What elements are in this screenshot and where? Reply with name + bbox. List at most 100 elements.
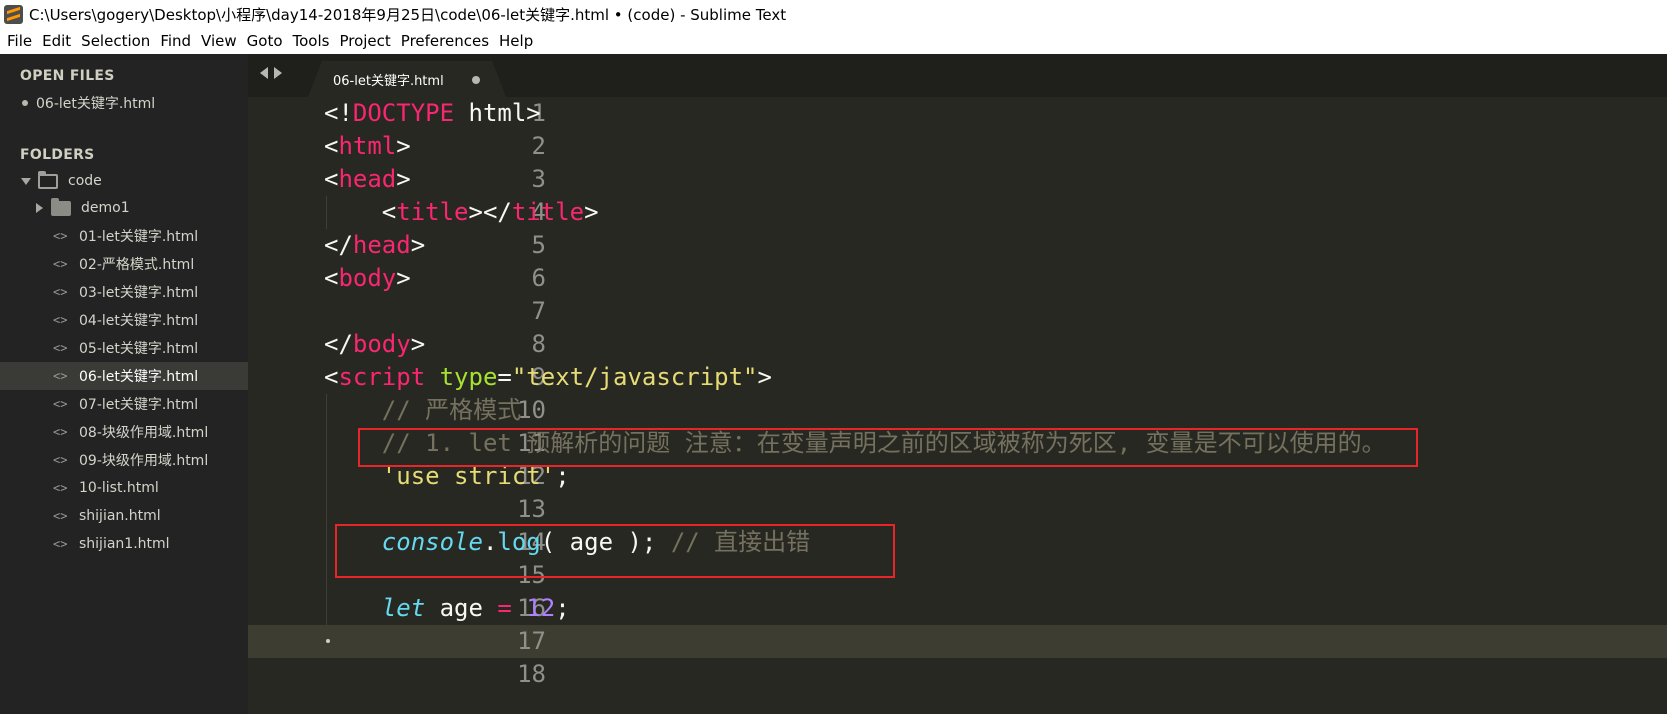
code-line[interactable]: 16 let age = 12; xyxy=(248,592,1667,625)
code-line[interactable]: 11 // 1. let 预解析的问题 注意：在变量声明之前的区域被称为死区, … xyxy=(248,427,1667,460)
file-label: 03-let关键字.html xyxy=(79,285,199,301)
code-line[interactable]: 5 </head> xyxy=(248,229,1667,262)
file-item-selected[interactable]: <> 06-let关键字.html xyxy=(0,362,248,390)
arrow-left-icon[interactable] xyxy=(260,67,268,79)
file-code-icon: <> xyxy=(53,285,68,299)
folder-root-code[interactable]: code xyxy=(0,167,248,195)
menu-help[interactable]: Help xyxy=(494,29,538,54)
open-file-item[interactable]: 06-let关键字.html xyxy=(0,89,248,117)
code-text: <!DOCTYPE html> xyxy=(324,99,541,127)
line-number: 5 xyxy=(531,231,546,259)
file-code-icon: <> xyxy=(53,425,68,439)
code-line[interactable]: 6 <body> xyxy=(248,262,1667,295)
code-line[interactable]: 15 xyxy=(248,559,1667,592)
file-item[interactable]: <> 03-let关键字.html xyxy=(0,278,248,306)
line-number: 7 xyxy=(531,297,546,325)
menu-project[interactable]: Project xyxy=(334,29,395,54)
code-text: </head> xyxy=(324,231,426,259)
code-line[interactable]: 3 <head> xyxy=(248,163,1667,196)
file-label: shijian.html xyxy=(79,508,161,524)
menu-edit[interactable]: Edit xyxy=(37,29,76,54)
file-item[interactable]: <> 04-let关键字.html xyxy=(0,306,248,334)
line-number: 10 xyxy=(517,396,546,424)
code-line[interactable]: 8 </body> xyxy=(248,328,1667,361)
sublime-text-icon xyxy=(4,5,23,24)
code-comment: // 1. let 预解析的问题 注意：在变量声明之前的区域被称为死区, 变量是… xyxy=(324,429,1386,457)
menu-selection[interactable]: Selection xyxy=(76,29,155,54)
code-line-current[interactable]: 17 xyxy=(248,625,1667,658)
code-text: <head> xyxy=(324,165,411,193)
line-number: 8 xyxy=(531,330,546,358)
file-item[interactable]: <> 02-严格模式.html xyxy=(0,250,248,278)
file-code-icon: <> xyxy=(53,369,68,383)
menu-file[interactable]: File xyxy=(2,29,37,54)
code-line[interactable]: 2 <html> xyxy=(248,130,1667,163)
file-code-icon: <> xyxy=(53,397,68,411)
file-label: 08-块级作用域.html xyxy=(79,425,209,441)
code-text: 'use strict'; xyxy=(381,462,570,490)
file-item[interactable]: <> 07-let关键字.html xyxy=(0,390,248,418)
line-number: 3 xyxy=(531,165,546,193)
file-label: 07-let关键字.html xyxy=(79,397,199,413)
line-number: 18 xyxy=(517,660,546,688)
line-number: 6 xyxy=(531,264,546,292)
code-editor[interactable]: 1 <!DOCTYPE html> 2 <html> 3 <head> 4 <t… xyxy=(248,97,1667,714)
menu-view[interactable]: View xyxy=(196,29,242,54)
file-code-icon: <> xyxy=(53,537,68,551)
folder-icon xyxy=(51,197,71,216)
whitespace-dot-icon xyxy=(326,639,330,643)
code-text: <html> xyxy=(324,132,411,160)
menu-goto[interactable]: Goto xyxy=(242,29,288,54)
code-line[interactable]: 7 xyxy=(248,295,1667,328)
line-number: 13 xyxy=(517,495,546,523)
file-item[interactable]: <> 01-let关键字.html xyxy=(0,222,248,250)
file-code-icon: <> xyxy=(53,313,68,327)
menu-find[interactable]: Find xyxy=(155,29,196,54)
folders-heading: FOLDERS xyxy=(20,147,95,163)
file-item[interactable]: <> 08-块级作用域.html xyxy=(0,418,248,446)
code-text: <title></title> xyxy=(324,198,599,226)
folder-label: code xyxy=(68,173,102,189)
code-comment: // 严格模式 xyxy=(324,396,522,424)
file-label: 02-严格模式.html xyxy=(79,257,195,273)
code-line[interactable]: 4 <title></title> xyxy=(248,196,1667,229)
file-code-icon: <> xyxy=(53,257,68,271)
folder-demo1[interactable]: demo1 xyxy=(0,194,248,222)
open-file-label: 06-let关键字.html xyxy=(36,96,156,112)
code-line[interactable]: 13 xyxy=(248,493,1667,526)
code-line[interactable]: 9 <script type="text/javascript"> xyxy=(248,361,1667,394)
title-bar: C:\Users\gogery\Desktop\小程序\day14-2018年9… xyxy=(0,0,1667,29)
code-line[interactable]: 10 // 严格模式 xyxy=(248,394,1667,427)
code-text: </body> xyxy=(324,330,426,358)
chevron-right-icon[interactable] xyxy=(36,203,43,213)
line-number: 15 xyxy=(517,561,546,589)
code-line[interactable]: 14 console.log( age ); // 直接出错 xyxy=(248,526,1667,559)
tab-nav xyxy=(260,67,282,79)
file-code-icon: <> xyxy=(53,509,68,523)
unsaved-dot-icon[interactable] xyxy=(472,76,480,84)
file-code-icon: <> xyxy=(53,229,68,243)
sidebar: OPEN FILES 06-let关键字.html FOLDERS code d… xyxy=(0,54,248,714)
folder-open-icon xyxy=(38,170,58,189)
tab-active-file[interactable]: 06-let关键字.html xyxy=(308,61,506,97)
menu-tools[interactable]: Tools xyxy=(288,29,335,54)
code-line[interactable]: 1 <!DOCTYPE html> xyxy=(248,97,1667,130)
tab-strip: 06-let关键字.html xyxy=(248,54,1667,97)
code-text: console.log( age ); // 直接出错 xyxy=(381,528,811,556)
window-title: C:\Users\gogery\Desktop\小程序\day14-2018年9… xyxy=(29,6,787,24)
file-item[interactable]: <> 09-块级作用域.html xyxy=(0,446,248,474)
line-number: 17 xyxy=(517,627,546,655)
folder-label: demo1 xyxy=(81,200,130,216)
file-label: 06-let关键字.html xyxy=(79,369,199,385)
arrow-right-icon[interactable] xyxy=(274,67,282,79)
menu-bar: File Edit Selection Find View Goto Tools… xyxy=(0,29,1667,54)
file-item[interactable]: <> 10-list.html xyxy=(0,474,248,502)
file-label: shijian1.html xyxy=(79,536,170,552)
menu-preferences[interactable]: Preferences xyxy=(396,29,494,54)
file-item[interactable]: <> shijian.html xyxy=(0,502,248,530)
file-item[interactable]: <> shijian1.html xyxy=(0,530,248,558)
file-item[interactable]: <> 05-let关键字.html xyxy=(0,334,248,362)
code-line[interactable]: 18 xyxy=(248,658,1667,691)
chevron-down-icon[interactable] xyxy=(21,177,31,185)
code-line[interactable]: 12 'use strict'; xyxy=(248,460,1667,493)
